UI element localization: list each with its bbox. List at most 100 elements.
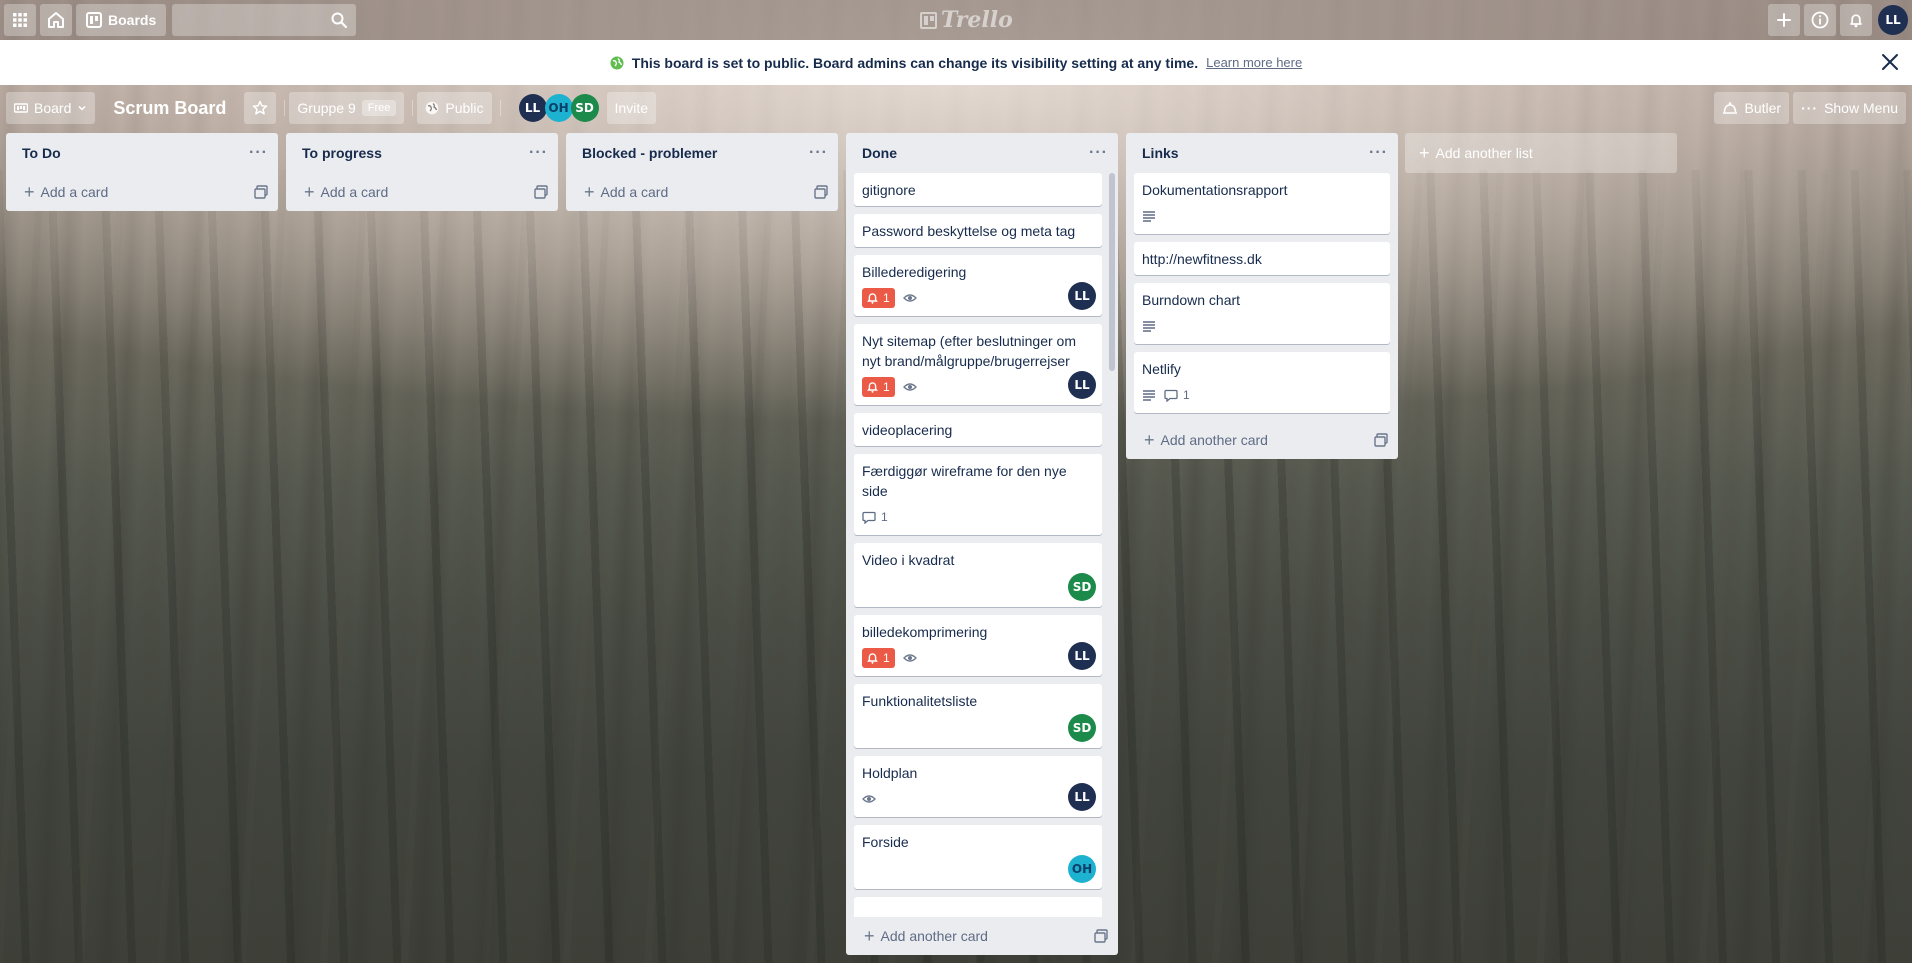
card-title: billedekomprimering <box>862 624 988 640</box>
learn-more-link[interactable]: Learn more here <box>1206 55 1302 70</box>
description-icon <box>1143 321 1155 332</box>
card[interactable]: Nyt sitemap (efter beslutninger om nyt b… <box>854 324 1102 405</box>
add-list-button[interactable]: + Add another list <box>1405 133 1677 173</box>
notifications-button[interactable] <box>1840 4 1872 36</box>
list-blocked: Blocked - problemer ··· + Add a card <box>566 133 838 211</box>
member-avatar[interactable]: LL <box>518 94 547 122</box>
card-list: gitignore Password beskyttelse og meta t… <box>846 173 1118 917</box>
comment-icon <box>862 511 876 524</box>
card[interactable]: http://newfitness.dk <box>1134 242 1390 275</box>
card-member-avatar[interactable]: LL <box>1068 371 1096 399</box>
member-avatar[interactable]: SD <box>570 94 599 122</box>
close-banner-button[interactable] <box>1878 50 1902 74</box>
card-title: http://newfitness.dk <box>1142 251 1262 267</box>
list-to-progress: To progress ··· + Add a card <box>286 133 558 211</box>
list-menu-icon[interactable]: ··· <box>1089 144 1108 162</box>
plus-icon <box>1777 13 1791 27</box>
boards-button[interactable]: Boards <box>76 4 167 36</box>
create-button[interactable] <box>1768 4 1800 36</box>
card-title: Dokumentationsrapport <box>1142 182 1288 198</box>
card[interactable]: Dokumentationsrapport <box>1134 173 1390 234</box>
card-template-icon[interactable] <box>534 185 548 199</box>
board-header: Board Scrum Board Gruppe 9 Free Public L… <box>0 92 1912 124</box>
list-menu-icon[interactable]: ··· <box>529 144 548 162</box>
butler-button[interactable]: Butler <box>1714 92 1790 124</box>
card[interactable]: videoplacering <box>854 413 1102 446</box>
member-avatar[interactable]: OH <box>544 94 573 122</box>
card-title: Netlify <box>1142 361 1181 377</box>
list-header: Links ··· <box>1126 133 1398 173</box>
search-input[interactable] <box>172 4 357 36</box>
add-card-button[interactable]: + Add a card <box>6 173 278 211</box>
member-initials: LL <box>1074 790 1090 804</box>
member-initials: OH <box>548 101 569 115</box>
invite-button[interactable]: Invite <box>606 92 656 124</box>
board-title[interactable]: Scrum Board <box>103 92 236 124</box>
trello-logo-icon <box>920 11 937 29</box>
info-button[interactable] <box>1804 4 1836 36</box>
team-button[interactable]: Gruppe 9 Free <box>289 92 405 124</box>
card[interactable]: gitignore <box>854 173 1102 206</box>
card[interactable]: Funktionalitetsliste SD <box>854 684 1102 748</box>
star-button[interactable] <box>244 92 277 124</box>
member-initials: LL <box>1074 289 1090 303</box>
card[interactable]: Video i kvadrat SD <box>854 543 1102 607</box>
card[interactable]: billedekomprimering 1 LL <box>854 615 1102 676</box>
card-member-avatar[interactable]: LL <box>1068 783 1096 811</box>
card-template-icon[interactable] <box>1374 433 1388 447</box>
due-badge: 1 <box>862 648 895 668</box>
list-menu-icon[interactable]: ··· <box>249 144 268 162</box>
apps-button[interactable] <box>4 4 36 36</box>
card-title: Funktionalitetsliste <box>862 693 978 709</box>
card-member-avatar[interactable]: LL <box>1068 282 1096 310</box>
list-title[interactable]: To progress <box>302 145 382 161</box>
card-template-icon[interactable] <box>1094 929 1108 943</box>
bell-icon <box>867 293 878 304</box>
team-plan-badge: Free <box>361 100 397 116</box>
comment-icon <box>1164 389 1178 402</box>
board-members: LL OH SD <box>518 94 599 122</box>
member-initials: SD <box>1072 721 1092 735</box>
board-view-switcher[interactable]: Board <box>6 92 96 124</box>
show-menu-button[interactable]: ··· Show Menu <box>1793 92 1906 124</box>
user-avatar[interactable]: LL <box>1878 5 1908 35</box>
star-icon <box>253 100 268 115</box>
card-member-avatar[interactable]: LL <box>1068 642 1096 670</box>
card-member-avatar[interactable]: OH <box>1068 855 1096 883</box>
card-title: Holdplan <box>862 765 918 781</box>
list-title[interactable]: Links <box>1142 145 1179 161</box>
card-member-avatar[interactable]: SD <box>1068 714 1096 742</box>
list-title[interactable]: To Do <box>22 145 61 161</box>
card-title: Billederedigering <box>862 264 967 280</box>
add-card-button[interactable]: + Add another card <box>846 917 1118 955</box>
card[interactable]: Netlify 1 <box>1134 352 1390 413</box>
card[interactable]: Færdiggør wireframe for den nye side 1 <box>854 454 1102 535</box>
boards-label: Boards <box>108 12 157 28</box>
visibility-button[interactable]: Public <box>417 92 492 124</box>
home-icon <box>48 12 64 28</box>
home-button[interactable] <box>40 4 72 36</box>
chevron-down-icon <box>78 105 86 111</box>
card[interactable]: Forside OH <box>854 825 1102 889</box>
scrollbar[interactable] <box>1109 173 1115 371</box>
trello-logo[interactable]: Trello <box>920 7 1013 33</box>
card[interactable]: Billederedigering 1 LL <box>854 255 1102 316</box>
add-card-label: Add another card <box>880 928 988 944</box>
list-title[interactable]: Done <box>862 145 897 161</box>
list-done: Done ··· gitignore Password beskyttelse … <box>846 133 1118 955</box>
list-menu-icon[interactable]: ··· <box>1369 144 1388 162</box>
card[interactable]: Burndown chart <box>1134 283 1390 344</box>
member-initials: SD <box>1072 580 1092 594</box>
card-template-icon[interactable] <box>814 185 828 199</box>
list-menu-icon[interactable]: ··· <box>809 144 828 162</box>
list-title[interactable]: Blocked - problemer <box>582 145 717 161</box>
add-card-button[interactable]: + Add a card <box>566 173 838 211</box>
card[interactable] <box>854 897 1102 917</box>
card-member-avatar[interactable]: SD <box>1068 573 1096 601</box>
card-template-icon[interactable] <box>254 185 268 199</box>
add-card-button[interactable]: + Add a card <box>286 173 558 211</box>
card[interactable]: Holdplan LL <box>854 756 1102 817</box>
team-name: Gruppe 9 <box>297 100 356 116</box>
add-card-button[interactable]: + Add another card <box>1126 421 1398 459</box>
card[interactable]: Password beskyttelse og meta tag <box>854 214 1102 247</box>
